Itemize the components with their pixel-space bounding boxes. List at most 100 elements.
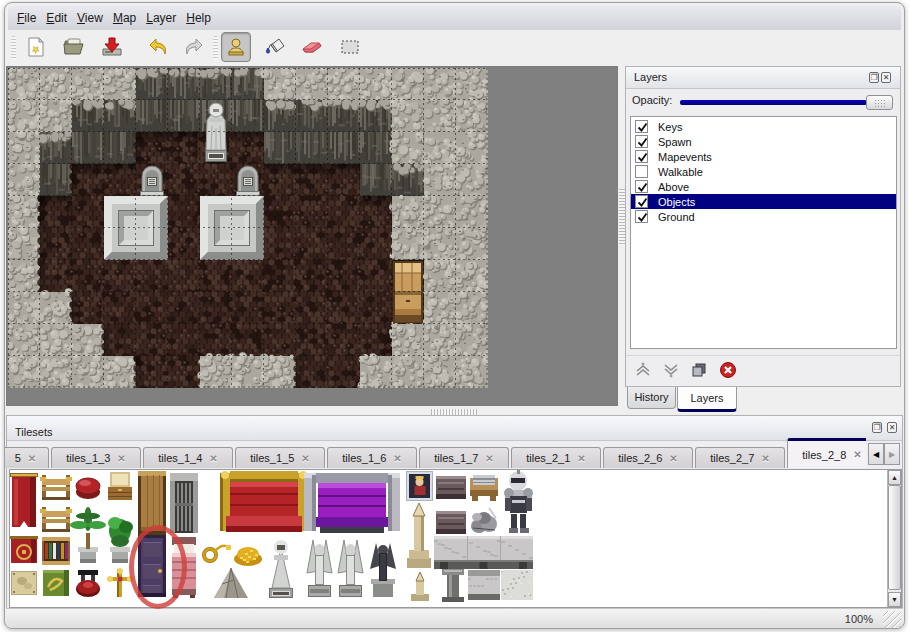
layer-checkbox[interactable] bbox=[635, 195, 648, 208]
tileset-tab-tiles_2_6[interactable]: tiles_2_6 ✕ bbox=[603, 447, 693, 468]
save-button[interactable] bbox=[97, 32, 127, 62]
layer-label: Keys bbox=[658, 121, 682, 133]
zoom-level: 100% bbox=[845, 613, 873, 625]
tab-close-icon[interactable]: ✕ bbox=[117, 453, 125, 464]
select-tool-button[interactable] bbox=[335, 32, 365, 62]
toolbar-handle-2[interactable] bbox=[213, 36, 218, 60]
layer-row-objects[interactable]: Objects bbox=[631, 194, 896, 209]
map-canvas[interactable] bbox=[8, 68, 488, 388]
tab-label: tiles_1_7 bbox=[434, 452, 478, 464]
tilesets-close-icon[interactable]: ✕ bbox=[887, 422, 897, 433]
tileset-tab-tiles_1_3[interactable]: tiles_1_3✕ bbox=[51, 447, 141, 468]
layers-panel: Layers ❐ ✕ Opacity: KeysSpawnMapeventsWa… bbox=[625, 66, 901, 387]
resize-grip[interactable] bbox=[883, 611, 901, 628]
dock-tab-layers[interactable]: Layers bbox=[677, 387, 737, 412]
tileset-tab-tiles_2_1[interactable]: tiles_2_1 ✕ bbox=[511, 447, 601, 468]
duplicate-layer-button[interactable] bbox=[689, 360, 709, 380]
tab-scroll-right-button[interactable]: ▶ bbox=[884, 443, 900, 465]
app-window: File Edit View Map Layer Help bbox=[4, 2, 905, 629]
layer-row-keys[interactable]: Keys bbox=[631, 119, 896, 134]
layer-row-walkable[interactable]: Walkable bbox=[631, 164, 896, 179]
menu-edit[interactable]: Edit bbox=[41, 7, 72, 29]
status-bar: 100% bbox=[6, 608, 903, 629]
tab-label: tiles_2_1 bbox=[526, 452, 570, 464]
tab-close-icon[interactable]: ✕ bbox=[669, 453, 677, 464]
tab-close-icon[interactable]: ✕ bbox=[761, 453, 769, 464]
annotation-circle bbox=[129, 525, 187, 609]
scroll-up-button[interactable]: ▲ bbox=[888, 470, 901, 485]
tab-scroll-left-button[interactable]: ◀ bbox=[868, 443, 884, 465]
map-view[interactable] bbox=[6, 66, 618, 406]
delete-icon bbox=[719, 361, 737, 379]
move-layer-down-button[interactable] bbox=[661, 360, 681, 380]
move-layer-up-button[interactable] bbox=[633, 360, 653, 380]
tab-close-icon[interactable]: ✕ bbox=[393, 453, 401, 464]
tab-label: 5 bbox=[15, 452, 21, 464]
float-panel-icon[interactable]: ❐ bbox=[869, 72, 879, 83]
toolbar-handle[interactable] bbox=[11, 36, 16, 60]
layer-checkbox[interactable] bbox=[635, 150, 648, 163]
eraser-tool-button[interactable] bbox=[297, 32, 327, 62]
tileset-tab-tiles_1_5[interactable]: tiles_1_5 ✕ bbox=[235, 447, 325, 468]
tab-label: tiles_1_6 bbox=[342, 452, 386, 464]
dock-tab-history[interactable]: History bbox=[627, 387, 676, 409]
opacity-slider-handle[interactable] bbox=[866, 95, 893, 110]
tab-label: tiles_2_6 bbox=[618, 452, 662, 464]
undo-button[interactable] bbox=[143, 32, 173, 62]
up-arrow-icon bbox=[634, 361, 652, 379]
tab-close-icon[interactable]: ✕ bbox=[28, 453, 36, 464]
tab-close-icon[interactable]: ✕ bbox=[577, 453, 585, 464]
tileset-tab-tiles_2_8[interactable]: tiles_2_8 ✕ bbox=[787, 438, 866, 468]
stamp-tool-button[interactable] bbox=[221, 32, 251, 62]
tileset-tab-bar: 5✕tiles_1_3✕tiles_1_4✕tiles_1_5✕tiles_1_… bbox=[4, 437, 866, 468]
tilesets-float-icon[interactable]: ❐ bbox=[872, 422, 882, 433]
tileset-tab-tiles_1_6[interactable]: tiles_1_6 ✕ bbox=[327, 447, 417, 468]
layer-buttons bbox=[626, 355, 900, 386]
scrollbar-thumb[interactable] bbox=[888, 485, 901, 590]
layer-label: Above bbox=[658, 181, 689, 193]
layer-checkbox[interactable] bbox=[635, 120, 648, 133]
layer-row-spawn[interactable]: Spawn bbox=[631, 134, 896, 149]
layer-checkbox[interactable] bbox=[635, 180, 648, 193]
layer-checkbox[interactable] bbox=[635, 135, 648, 148]
tab-close-icon[interactable]: ✕ bbox=[209, 453, 217, 464]
tileset-tab-tiles_1_7[interactable]: tiles_1_7 ✕ bbox=[419, 447, 509, 468]
layer-label: Walkable bbox=[658, 166, 703, 178]
new-file-button[interactable] bbox=[21, 32, 51, 62]
menu-file[interactable]: File bbox=[12, 7, 41, 29]
open-button[interactable] bbox=[59, 32, 89, 62]
layer-checkbox[interactable] bbox=[635, 210, 648, 223]
scroll-down-button[interactable]: ▼ bbox=[888, 592, 901, 607]
paint-bucket-icon bbox=[263, 35, 287, 59]
layer-list: KeysSpawnMapevents Walkable AboveObjectsGr… bbox=[630, 116, 897, 349]
eraser-icon bbox=[299, 35, 325, 59]
menu-help[interactable]: Help bbox=[181, 7, 216, 29]
selection-rect-icon bbox=[338, 35, 362, 59]
tileset-tab-tiles_1_4[interactable]: tiles_1_4 ✕ bbox=[143, 447, 233, 468]
save-icon bbox=[100, 35, 124, 59]
tab-close-icon[interactable]: ✕ bbox=[301, 453, 309, 464]
delete-layer-button[interactable] bbox=[718, 360, 738, 380]
layer-row-above[interactable]: Above bbox=[631, 179, 896, 194]
tab-close-icon[interactable]: ✕ bbox=[853, 449, 861, 460]
undo-icon bbox=[146, 35, 170, 59]
layer-row-ground[interactable]: Ground bbox=[631, 209, 896, 224]
menu-view[interactable]: View bbox=[72, 7, 108, 29]
tab-label: tiles_1_5 bbox=[250, 452, 294, 464]
close-panel-icon[interactable]: ✕ bbox=[881, 72, 891, 83]
menu-map[interactable]: Map bbox=[108, 7, 141, 29]
tileset-tab-5[interactable]: 5✕ bbox=[4, 447, 49, 468]
layers-panel-title: Layers bbox=[626, 67, 900, 89]
layer-row-mapevents[interactable]: Mapevents bbox=[631, 149, 896, 164]
opacity-slider-track[interactable] bbox=[680, 100, 867, 105]
stamp-person-icon bbox=[224, 35, 248, 59]
tab-label: tiles_1_4 bbox=[158, 452, 202, 464]
menu-layer[interactable]: Layer bbox=[141, 7, 181, 29]
tileset-tab-tiles_2_7[interactable]: tiles_2_7✕ bbox=[695, 447, 785, 468]
fill-tool-button[interactable] bbox=[260, 32, 290, 62]
redo-button[interactable] bbox=[179, 32, 209, 62]
tab-close-icon[interactable]: ✕ bbox=[485, 453, 493, 464]
duplicate-icon bbox=[690, 361, 708, 379]
layer-checkbox[interactable] bbox=[635, 165, 648, 178]
tab-label: tiles_2_8 bbox=[802, 449, 846, 461]
